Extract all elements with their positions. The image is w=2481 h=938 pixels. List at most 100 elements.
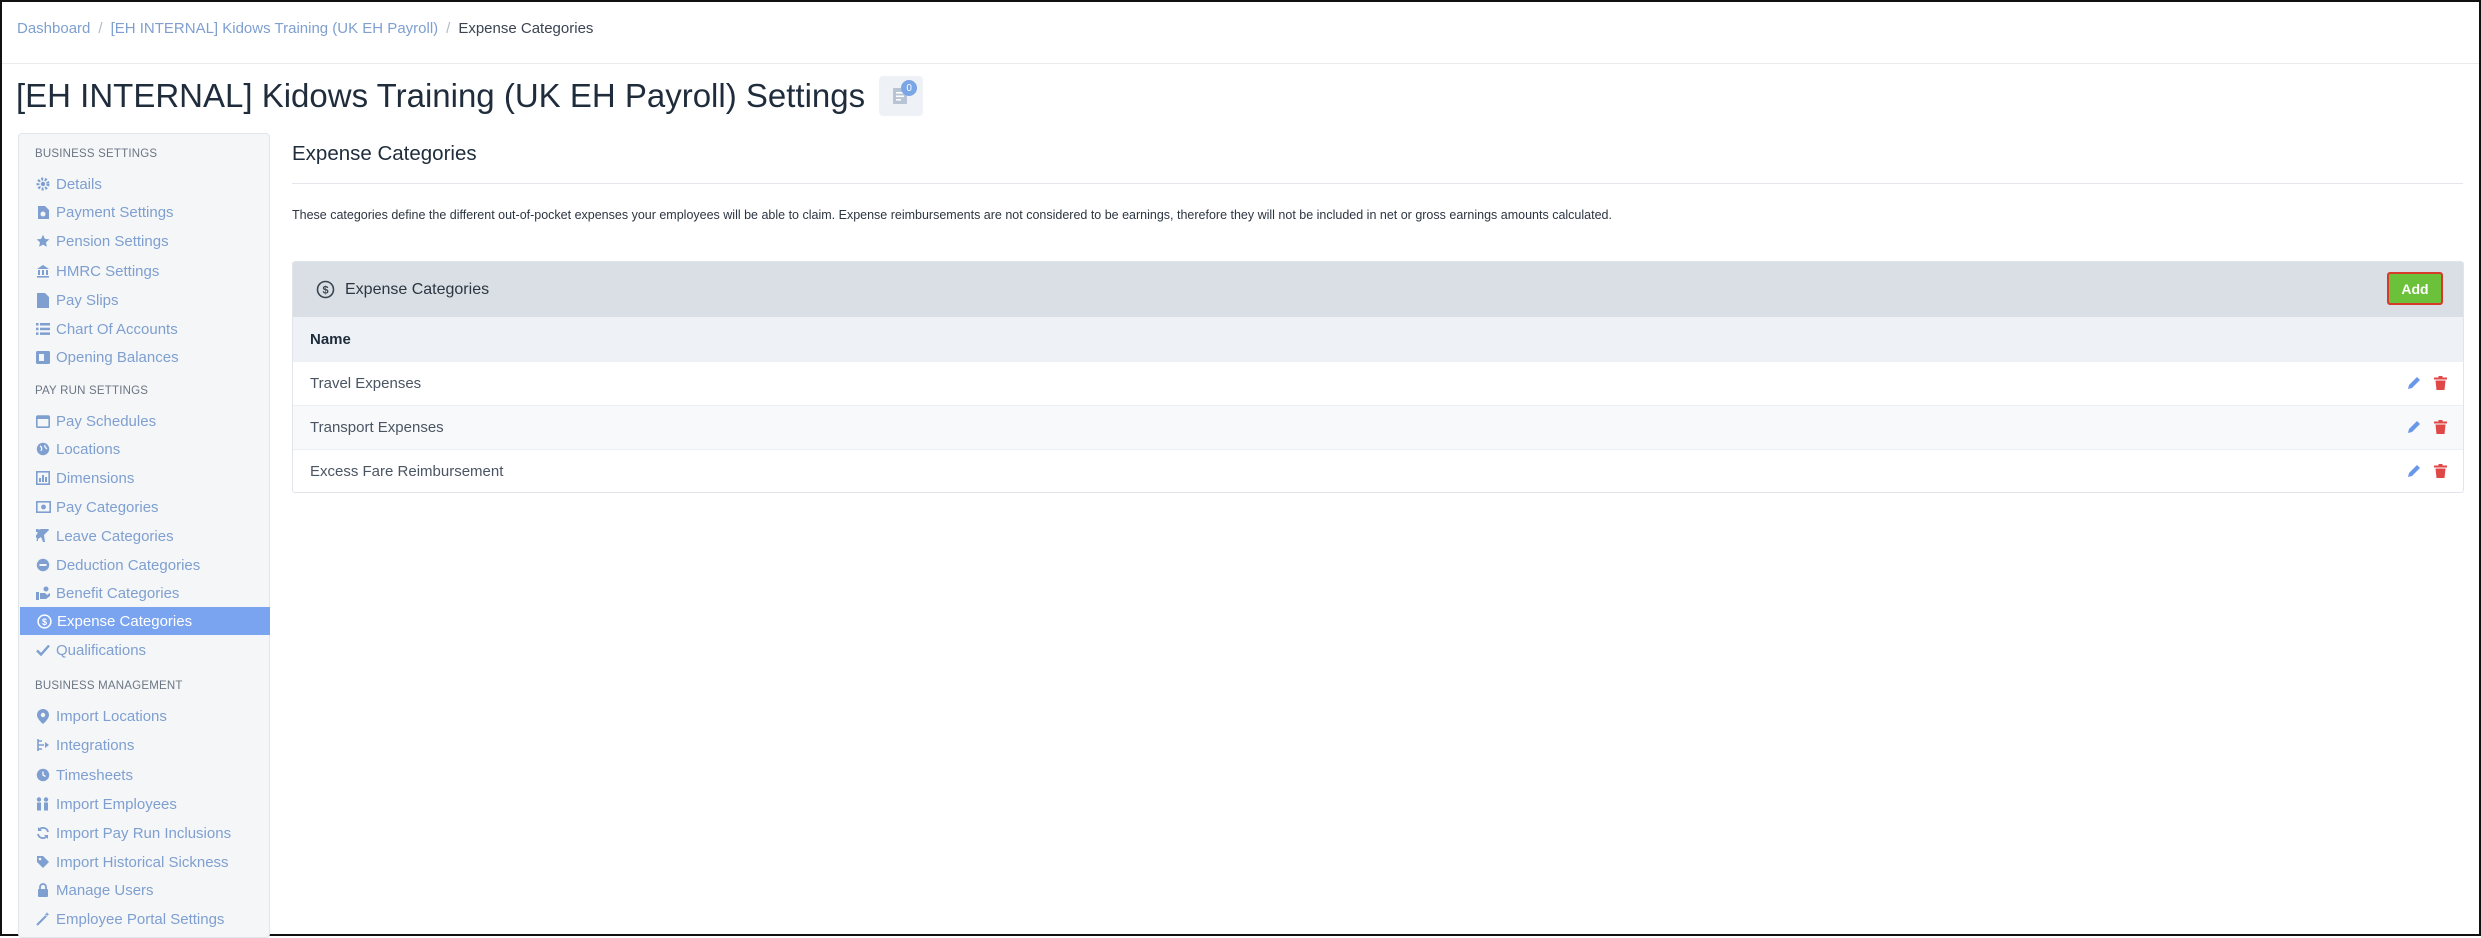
sidebar-item-benefit-categories[interactable]: Benefit Categories <box>19 579 271 607</box>
page-title-row: [EH INTERNAL] Kidows Training (UK EH Pay… <box>16 76 924 116</box>
clock-icon <box>35 767 51 783</box>
sidebar-item-label: Opening Balances <box>56 348 179 366</box>
sidebar-item-integrations[interactable]: Integrations <box>19 731 271 759</box>
notes-badge: 0 <box>901 80 918 96</box>
calendar-icon <box>35 413 51 429</box>
file-icon <box>35 292 51 308</box>
sidebar-item-deduction-categories[interactable]: Deduction Categories <box>19 551 271 579</box>
row-name: Travel Expenses <box>310 375 422 392</box>
sidebar-item-import-pay-run-inclusions[interactable]: Import Pay Run Inclusions <box>19 819 271 847</box>
sidebar-item-label: Details <box>56 175 102 193</box>
sidebar-item-chart-of-accounts[interactable]: Chart Of Accounts <box>19 315 271 343</box>
sidebar-item-label: Pay Slips <box>56 291 119 309</box>
header-divider <box>2 63 2479 64</box>
sidebar-item-label: Expense Categories <box>57 612 193 630</box>
row-name: Excess Fare Reimbursement <box>310 463 504 480</box>
edit-icon[interactable] <box>2405 418 2423 436</box>
sidebar-item-pay-slips[interactable]: Pay Slips <box>19 286 271 314</box>
sidebar-item-label: Employee Portal Settings <box>56 910 225 928</box>
sidebar-item-label: Dimensions <box>56 469 135 487</box>
sidebar-item-import-locations[interactable]: Import Locations <box>19 702 271 730</box>
sidebar-item-label: Pay Schedules <box>56 412 157 430</box>
settings-sidebar: BUSINESS SETTINGS Details Payment Settin… <box>18 133 270 938</box>
notes-icon[interactable]: 0 <box>879 76 924 116</box>
delete-icon[interactable] <box>2431 418 2449 436</box>
payment-doc-icon <box>35 204 51 220</box>
sidebar-item-label: Chart Of Accounts <box>56 320 178 338</box>
table-row: Excess Fare Reimbursement <box>293 449 2463 492</box>
table-row: Transport Expenses <box>293 405 2463 449</box>
sidebar-item-label: Benefit Categories <box>56 584 180 602</box>
ledger-icon <box>35 349 51 365</box>
breadcrumb-separator: / <box>446 20 451 37</box>
sidebar-item-label: Deduction Categories <box>56 556 201 574</box>
section-description: These categories define the different ou… <box>292 208 1612 222</box>
sidebar-item-manage-users[interactable]: Manage Users <box>19 876 271 904</box>
sidebar-item-timesheets[interactable]: Timesheets <box>19 761 271 789</box>
sidebar-item-label: Import Locations <box>56 707 167 725</box>
edit-icon[interactable] <box>2405 374 2423 392</box>
plane-icon <box>35 528 51 544</box>
breadcrumb-separator: / <box>98 20 103 37</box>
column-header-name[interactable]: Name <box>310 331 351 348</box>
sidebar-heading-business-settings: BUSINESS SETTINGS <box>35 148 158 160</box>
sidebar-item-expense-categories[interactable]: $ Expense Categories <box>20 607 270 635</box>
sidebar-item-leave-categories[interactable]: Leave Categories <box>19 522 271 550</box>
map-pin-icon <box>35 708 51 724</box>
sidebar-item-label: Import Employees <box>56 795 177 813</box>
lock-icon <box>35 882 51 898</box>
people-icon <box>35 796 51 812</box>
breadcrumb-dashboard[interactable]: Dashboard <box>17 20 90 37</box>
integration-icon <box>35 737 51 753</box>
breadcrumb-current: Expense Categories <box>458 20 594 37</box>
sidebar-item-payment-settings[interactable]: Payment Settings <box>19 198 271 226</box>
delete-icon[interactable] <box>2431 462 2449 480</box>
gear-icon <box>35 176 51 192</box>
minus-circle-icon <box>35 557 51 573</box>
sidebar-item-qualifications[interactable]: Qualifications <box>19 636 271 664</box>
sidebar-item-label: Leave Categories <box>56 527 174 545</box>
sidebar-item-import-historical-sickness[interactable]: Import Historical Sickness <box>19 848 271 876</box>
page-title: [EH INTERNAL] Kidows Training (UK EH Pay… <box>16 77 866 114</box>
edit-icon[interactable] <box>2405 462 2423 480</box>
add-button[interactable]: Add <box>2387 272 2443 305</box>
row-actions <box>2405 418 2449 436</box>
globe-icon <box>35 441 51 457</box>
sidebar-item-pension-settings[interactable]: Pension Settings <box>19 227 271 255</box>
section-divider <box>292 183 2463 184</box>
sidebar-item-employee-portal-settings[interactable]: Employee Portal Settings <box>19 905 271 933</box>
sidebar-item-label: Import Historical Sickness <box>56 853 229 871</box>
sidebar-item-label: Qualifications <box>56 641 147 659</box>
money-icon <box>35 499 51 515</box>
chart-icon <box>35 470 51 486</box>
sidebar-item-dimensions[interactable]: Dimensions <box>19 464 271 492</box>
section-title: Expense Categories <box>292 142 477 165</box>
sidebar-item-import-employees[interactable]: Import Employees <box>19 790 271 818</box>
sidebar-item-locations[interactable]: Locations <box>19 435 271 463</box>
delete-icon[interactable] <box>2431 374 2449 392</box>
refresh-icon <box>35 825 51 841</box>
sidebar-item-label: HMRC Settings <box>56 262 160 280</box>
sidebar-item-details[interactable]: Details <box>19 170 271 198</box>
expense-icon: $ <box>36 613 52 629</box>
expense-categories-panel: $ Expense Categories Add Name Travel Exp… <box>292 261 2464 493</box>
tag-icon <box>35 854 51 870</box>
breadcrumb-business[interactable]: [EH INTERNAL] Kidows Training (UK EH Pay… <box>111 20 439 37</box>
sidebar-item-label: Pay Categories <box>56 498 159 516</box>
sidebar-item-label: Payment Settings <box>56 203 174 221</box>
sidebar-item-opening-balances[interactable]: Opening Balances <box>19 343 271 371</box>
sidebar-item-pay-schedules[interactable]: Pay Schedules <box>19 407 271 435</box>
breadcrumb: Dashboard / [EH INTERNAL] Kidows Trainin… <box>17 20 593 37</box>
sidebar-heading-pay-run-settings: PAY RUN SETTINGS <box>35 385 149 397</box>
sidebar-item-label: Pension Settings <box>56 232 169 250</box>
sidebar-item-pay-categories[interactable]: Pay Categories <box>19 493 271 521</box>
building-icon <box>35 263 51 279</box>
panel-title: Expense Categories <box>345 280 490 298</box>
svg-text:$: $ <box>41 617 46 627</box>
check-icon <box>35 642 51 658</box>
sidebar-item-hmrc-settings[interactable]: HMRC Settings <box>19 257 271 285</box>
benefit-icon <box>35 585 51 601</box>
sidebar-item-label: Locations <box>56 440 121 458</box>
list-icon <box>35 321 51 337</box>
sidebar-item-label: Import Pay Run Inclusions <box>56 824 232 842</box>
